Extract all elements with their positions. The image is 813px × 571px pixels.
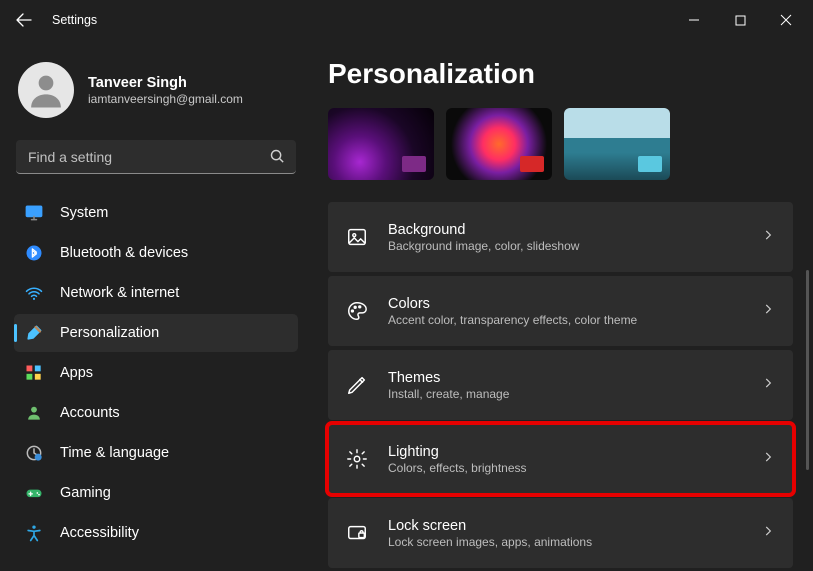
sidebar-item-label: Bluetooth & devices <box>60 245 188 261</box>
palette-icon <box>346 300 368 322</box>
sidebar-item-label: System <box>60 205 108 221</box>
accent-chip <box>402 156 426 172</box>
card-title: Lock screen <box>388 518 741 534</box>
maximize-button[interactable] <box>717 4 763 36</box>
person-icon <box>24 403 44 423</box>
card-subtitle: Lock screen images, apps, animations <box>388 535 741 549</box>
settings-card-lock-screen[interactable]: Lock screen Lock screen images, apps, an… <box>328 498 793 568</box>
sidebar-item-label: Accounts <box>60 405 120 421</box>
theme-thumbnail[interactable] <box>328 108 434 180</box>
sidebar-item-time-language[interactable]: Time & language <box>14 434 298 472</box>
theme-thumbnail[interactable] <box>564 108 670 180</box>
chevron-right-icon <box>761 450 775 469</box>
sidebar-item-label: Accessibility <box>60 525 139 541</box>
sidebar-item-apps[interactable]: Apps <box>14 354 298 392</box>
sidebar-item-bluetooth-devices[interactable]: Bluetooth & devices <box>14 234 298 272</box>
scrollbar[interactable] <box>806 270 809 470</box>
chevron-right-icon <box>761 524 775 543</box>
sidebar-item-system[interactable]: System <box>14 194 298 232</box>
settings-card-colors[interactable]: Colors Accent color, transparency effect… <box>328 276 793 346</box>
chevron-right-icon <box>761 228 775 247</box>
settings-card-themes[interactable]: Themes Install, create, manage <box>328 350 793 420</box>
accessibility-icon <box>24 523 44 543</box>
maximize-icon <box>735 15 746 26</box>
card-title: Themes <box>388 370 741 386</box>
pen-icon <box>346 374 368 396</box>
picture-icon <box>346 226 368 248</box>
arrow-left-icon <box>16 12 32 28</box>
sidebar-item-label: Apps <box>60 365 93 381</box>
card-title: Background <box>388 222 741 238</box>
nav-list: System Bluetooth & devices Network & int… <box>14 194 298 552</box>
page-title: Personalization <box>328 58 793 90</box>
search-icon <box>269 148 286 170</box>
bluetooth-icon <box>24 243 44 263</box>
settings-card-background[interactable]: Background Background image, color, slid… <box>328 202 793 272</box>
sidebar-item-label: Personalization <box>60 325 159 341</box>
profile-name: Tanveer Singh <box>88 75 243 91</box>
avatar <box>18 62 74 118</box>
card-title: Lighting <box>388 444 741 460</box>
sidebar-item-label: Gaming <box>60 485 111 501</box>
accent-chip <box>638 156 662 172</box>
sidebar-item-accounts[interactable]: Accounts <box>14 394 298 432</box>
chevron-right-icon <box>761 302 775 321</box>
profile-email: iamtanveersingh@gmail.com <box>88 92 243 106</box>
monitor-icon <box>24 203 44 223</box>
back-button[interactable] <box>8 4 40 36</box>
clock-globe-icon <box>24 443 44 463</box>
apps-icon <box>24 363 44 383</box>
theme-thumbnail[interactable] <box>446 108 552 180</box>
search-input[interactable] <box>16 140 296 174</box>
accent-chip <box>520 156 544 172</box>
gamepad-icon <box>24 483 44 503</box>
titlebar: Settings <box>0 0 813 40</box>
person-icon <box>25 69 67 111</box>
card-subtitle: Colors, effects, brightness <box>388 461 741 475</box>
card-subtitle: Background image, color, slideshow <box>388 239 741 253</box>
sidebar-item-gaming[interactable]: Gaming <box>14 474 298 512</box>
minimize-icon <box>688 14 700 26</box>
wifi-icon <box>24 283 44 303</box>
settings-card-lighting[interactable]: Lighting Colors, effects, brightness <box>328 424 793 494</box>
search-wrap <box>16 140 296 174</box>
chevron-right-icon <box>761 376 775 395</box>
card-title: Colors <box>388 296 741 312</box>
sidebar-item-network-internet[interactable]: Network & internet <box>14 274 298 312</box>
card-subtitle: Accent color, transparency effects, colo… <box>388 313 741 327</box>
sidebar-item-label: Network & internet <box>60 285 179 301</box>
sidebar-item-personalization[interactable]: Personalization <box>14 314 298 352</box>
minimize-button[interactable] <box>671 4 717 36</box>
theme-thumbnails <box>328 108 793 180</box>
sidebar-item-label: Time & language <box>60 445 169 461</box>
brush-icon <box>24 323 44 343</box>
lockscreen-icon <box>346 522 368 544</box>
window-title: Settings <box>52 13 97 27</box>
gear-icon <box>346 448 368 470</box>
profile-block[interactable]: Tanveer Singh iamtanveersingh@gmail.com <box>14 48 298 138</box>
sidebar: Tanveer Singh iamtanveersingh@gmail.com … <box>0 40 310 571</box>
main-panel: Personalization Background Background im… <box>310 40 813 571</box>
sidebar-item-accessibility[interactable]: Accessibility <box>14 514 298 552</box>
close-icon <box>780 14 792 26</box>
card-subtitle: Install, create, manage <box>388 387 741 401</box>
settings-card-list: Background Background image, color, slid… <box>328 202 793 568</box>
close-button[interactable] <box>763 4 809 36</box>
